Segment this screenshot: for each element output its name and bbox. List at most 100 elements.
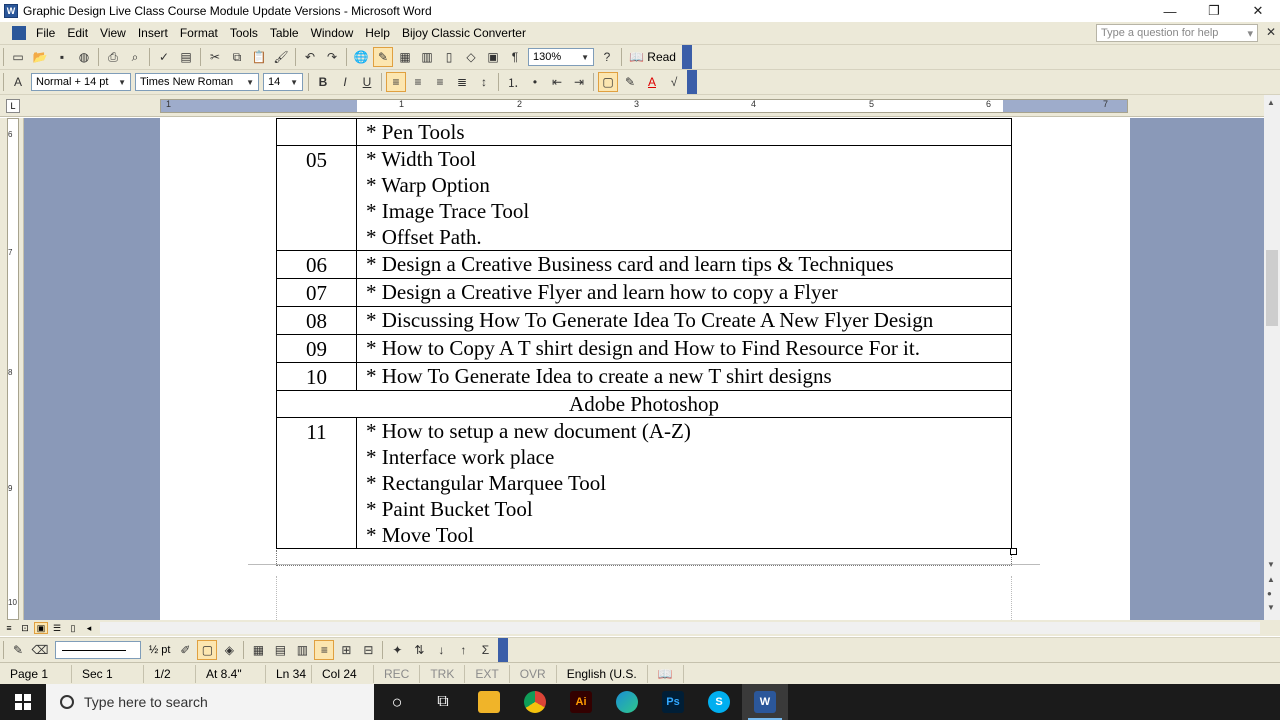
research-icon[interactable]: ▤ <box>176 47 196 67</box>
taskbar-search-box[interactable]: Type here to search <box>46 684 374 720</box>
shading-color-icon[interactable]: ◈ <box>219 640 239 660</box>
numbering-icon[interactable]: ⒈ <box>503 72 523 92</box>
tab-selector-icon[interactable]: L <box>6 99 20 113</box>
status-language[interactable]: English (U.S. <box>557 664 648 683</box>
sort-ascending-icon[interactable]: ↓ <box>431 640 451 660</box>
italic-button[interactable]: I <box>335 72 355 92</box>
module-number[interactable]: 09 <box>276 334 357 363</box>
vertical-ruler[interactable]: 6 7 8 9 10 <box>0 118 24 620</box>
module-number[interactable]: 05 <box>276 145 357 251</box>
align-left-icon[interactable]: ≡ <box>386 72 406 92</box>
redo-icon[interactable]: ↷ <box>322 47 342 67</box>
zoom-dropdown-icon[interactable]: ▼ <box>581 53 589 62</box>
decrease-indent-icon[interactable]: ⇤ <box>547 72 567 92</box>
module-number[interactable]: 10 <box>276 362 357 391</box>
status-trk[interactable]: TRK <box>420 664 466 683</box>
line-weight-value[interactable]: ½ pt <box>149 644 170 656</box>
insert-excel-icon[interactable]: ▥ <box>417 47 437 67</box>
cortana-icon[interactable]: ○ <box>374 684 420 720</box>
menu-bijoy-converter[interactable]: Bijoy Classic Converter <box>396 26 532 40</box>
border-style-icon[interactable]: ▢ <box>197 640 218 660</box>
print-icon[interactable]: ⎙ <box>103 47 123 67</box>
module-topics[interactable]: * Design a Creative Business card and le… <box>356 250 1012 279</box>
highlight-icon[interactable]: ✎ <box>620 72 640 92</box>
insert-table-icon[interactable]: ▦ <box>395 47 415 67</box>
module-topics[interactable]: * How to Copy A T shirt design and How t… <box>356 334 1012 363</box>
module-number[interactable]: 06 <box>276 250 357 279</box>
spelling-icon[interactable]: ✓ <box>154 47 174 67</box>
justify-icon[interactable]: ≣ <box>452 72 472 92</box>
read-button[interactable]: 📖 Read <box>625 50 680 64</box>
styles-pane-icon[interactable]: A <box>8 72 28 92</box>
border-color-icon[interactable]: ✐ <box>175 640 195 660</box>
insert-table-icon[interactable]: ▦ <box>248 640 268 660</box>
menu-tools[interactable]: Tools <box>224 26 264 40</box>
word-taskbar-icon[interactable]: W <box>742 684 788 720</box>
scroll-thumb[interactable] <box>1266 250 1278 326</box>
undo-icon[interactable]: ↶ <box>300 47 320 67</box>
increase-indent-icon[interactable]: ⇥ <box>569 72 589 92</box>
module-number[interactable]: 08 <box>276 306 357 335</box>
drawing-icon[interactable]: ◇ <box>461 47 481 67</box>
formula-icon[interactable]: √ <box>664 72 684 92</box>
reading-layout-icon[interactable]: ▯ <box>66 622 80 634</box>
document-page[interactable]: * Pen Tools 05 * Width Tool * Warp Optio… <box>160 118 1130 620</box>
module-topics[interactable]: * Width Tool * Warp Option * Image Trace… <box>356 145 1012 251</box>
scroll-left-icon[interactable]: ◂ <box>82 622 96 634</box>
horizontal-ruler[interactable]: 1 1 2 3 4 5 6 7 <box>160 99 1128 113</box>
autoformat-icon[interactable]: ✦ <box>387 640 407 660</box>
table-resize-handle[interactable] <box>1010 548 1017 555</box>
close-button[interactable]: ✕ <box>1236 0 1280 22</box>
vertical-scrollbar[interactable]: ▲ ▼ ▲ ● ▼ <box>1264 95 1280 620</box>
paste-icon[interactable]: 📋 <box>249 47 269 67</box>
format-painter-icon[interactable]: 🖌 <box>271 47 291 67</box>
menu-view[interactable]: View <box>94 26 132 40</box>
skype-icon[interactable]: S <box>696 684 742 720</box>
horizontal-scrollbar[interactable] <box>100 622 1260 634</box>
font-dropdown-icon[interactable]: ▼ <box>246 78 254 87</box>
bullets-icon[interactable]: • <box>525 72 545 92</box>
task-view-icon[interactable]: ⧉ <box>420 684 466 720</box>
module-topics[interactable]: * Design a Creative Flyer and learn how … <box>356 278 1012 307</box>
align-right-icon[interactable]: ≡ <box>430 72 450 92</box>
print-preview-icon[interactable]: ⌕ <box>125 47 145 67</box>
normal-view-icon[interactable]: ≡ <box>2 622 16 634</box>
menu-window[interactable]: Window <box>305 26 360 40</box>
menu-file[interactable]: File <box>30 26 61 40</box>
menu-table[interactable]: Table <box>264 26 305 40</box>
spelling-status-icon[interactable]: 📖 <box>648 664 684 683</box>
font-color-icon[interactable]: A <box>642 72 662 92</box>
status-ext[interactable]: EXT <box>465 664 510 683</box>
restore-button[interactable]: ❐ <box>1192 0 1236 22</box>
align-center-icon[interactable]: ≡ <box>408 72 428 92</box>
status-rec[interactable]: REC <box>374 664 421 683</box>
line-spacing-icon[interactable]: ↕ <box>474 72 494 92</box>
module-topics[interactable]: * How To Generate Idea to create a new T… <box>356 362 1012 391</box>
outline-view-icon[interactable]: ☰ <box>50 622 64 634</box>
scroll-down-icon[interactable]: ▼ <box>1267 560 1275 569</box>
file-explorer-icon[interactable] <box>466 684 512 720</box>
text-direction-icon[interactable]: ⇅ <box>409 640 429 660</box>
web-layout-icon[interactable]: ⊡ <box>18 622 32 634</box>
help-dropdown-icon[interactable]: ▾ <box>1247 27 1253 40</box>
merge-cells-icon[interactable]: ▤ <box>270 640 290 660</box>
module-topics[interactable]: * Pen Tools <box>356 118 1012 146</box>
photoshop-icon[interactable]: Ps <box>650 684 696 720</box>
browse-object-icon[interactable]: ● <box>1267 589 1272 598</box>
zoom-combo[interactable]: 130% ▼ <box>528 48 594 66</box>
distribute-columns-icon[interactable]: ⊟ <box>358 640 378 660</box>
document-icon[interactable] <box>12 26 26 40</box>
toolbar-options-icon[interactable] <box>681 45 692 69</box>
autosum-icon[interactable]: Σ <box>475 640 495 660</box>
minimize-button[interactable]: — <box>1148 0 1192 22</box>
toolbar-options-icon[interactable] <box>498 638 509 662</box>
cut-icon[interactable]: ✂ <box>205 47 225 67</box>
show-hide-icon[interactable]: ¶ <box>505 47 525 67</box>
tables-borders-icon[interactable]: ✎ <box>373 47 393 67</box>
module-number[interactable]: 11 <box>276 417 357 549</box>
edge-icon[interactable] <box>604 684 650 720</box>
draw-table-icon[interactable]: ✎ <box>8 640 28 660</box>
eraser-icon[interactable]: ⌫ <box>30 640 50 660</box>
section-header[interactable]: Adobe Photoshop <box>276 390 1012 418</box>
help-icon[interactable]: ? <box>597 47 617 67</box>
